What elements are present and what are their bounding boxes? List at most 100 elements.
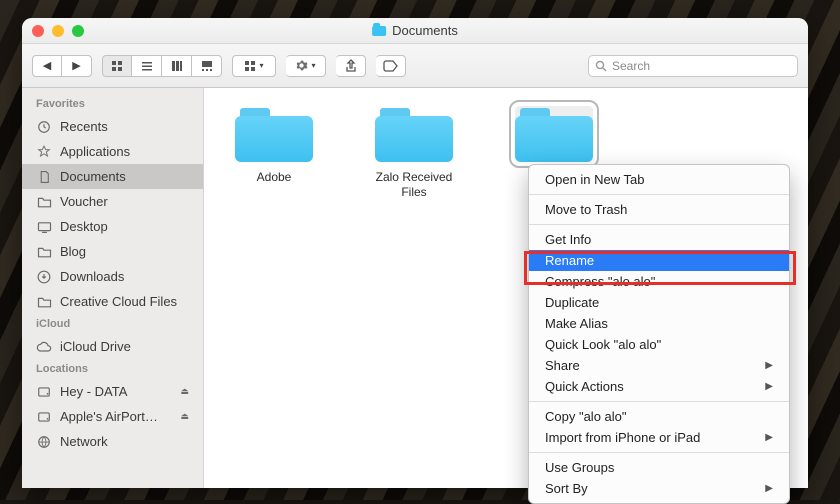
folder-icon — [372, 26, 386, 36]
menu-item-use-groups[interactable]: Use Groups — [529, 457, 789, 478]
forward-button[interactable]: ▶ — [62, 55, 92, 77]
menu-item-duplicate[interactable]: Duplicate — [529, 292, 789, 313]
zoom-icon[interactable] — [72, 25, 84, 37]
desktop-background: Documents ◀ ▶ — [0, 0, 840, 500]
list-view-button[interactable] — [132, 55, 162, 77]
disk-icon — [36, 385, 52, 399]
menu-item-label: Compress "alo alo" — [545, 274, 655, 289]
sidebar-item-label: Apple's AirPort… — [60, 409, 158, 424]
doc-icon — [36, 170, 52, 184]
eject-icon[interactable]: ⏏ — [180, 411, 189, 422]
sidebar-item-label: Desktop — [60, 219, 108, 234]
menu-item-label: Move to Trash — [545, 202, 627, 217]
sidebar: Favorites Recents Applications Documents Vou… — [22, 88, 204, 488]
list-icon — [141, 60, 153, 72]
columns-icon — [171, 60, 183, 72]
window-controls — [32, 25, 84, 37]
gallery-icon — [201, 60, 213, 72]
menu-item-label: Import from iPhone or iPad — [545, 430, 700, 445]
group-by-button[interactable]: ▾ — [232, 55, 276, 77]
eject-icon[interactable]: ⏏ — [180, 386, 189, 397]
search-field[interactable]: Search — [588, 55, 798, 77]
folder-item[interactable]: Zalo Received Files — [364, 106, 464, 200]
menu-item-label: Get Info — [545, 232, 591, 247]
menu-item-label: Quick Look "alo alo" — [545, 337, 661, 352]
sidebar-item-desktop[interactable]: Desktop — [22, 214, 203, 239]
menu-item-move-to-trash[interactable]: Move to Trash — [529, 199, 789, 220]
window-title-text: Documents — [392, 23, 458, 38]
toolbar: ◀ ▶ ▾ — [22, 44, 808, 88]
menu-item-label: Quick Actions — [545, 379, 624, 394]
gallery-view-button[interactable] — [192, 55, 222, 77]
menu-item-make-alias[interactable]: Make Alias — [529, 313, 789, 334]
sidebar-item-blog[interactable]: Blog — [22, 239, 203, 264]
sidebar-item-label: iCloud Drive — [60, 339, 131, 354]
folder-icon — [235, 106, 313, 162]
sidebar-section-label: Favorites — [22, 94, 203, 114]
menu-item-rename[interactable]: Rename — [529, 250, 789, 271]
submenu-arrow-icon: ▶ — [765, 360, 773, 371]
desktop-icon — [36, 221, 52, 233]
sidebar-item-icloud-drive[interactable]: iCloud Drive — [22, 334, 203, 359]
submenu-arrow-icon: ▶ — [765, 483, 773, 494]
tag-icon — [383, 60, 399, 72]
menu-item-copy-alo-alo[interactable]: Copy "alo alo" — [529, 406, 789, 427]
icon-view-button[interactable] — [102, 55, 132, 77]
menu-item-quick-actions[interactable]: Quick Actions ▶ — [529, 376, 789, 397]
column-view-button[interactable] — [162, 55, 192, 77]
sidebar-item-label: Recents — [60, 119, 108, 134]
folder-icon — [36, 196, 52, 208]
menu-item-label: Make Alias — [545, 316, 608, 331]
sidebar-item-documents[interactable]: Documents — [22, 164, 203, 189]
sidebar-item-label: Applications — [60, 144, 130, 159]
sidebar-item-network[interactable]: Network — [22, 429, 203, 454]
minimize-icon[interactable] — [52, 25, 64, 37]
menu-item-sort-by[interactable]: Sort By▶ — [529, 478, 789, 499]
sidebar-item-apple-s-airport-[interactable]: Apple's AirPort… ⏏ — [22, 404, 203, 429]
menu-item-quick-look-alo-alo[interactable]: Quick Look "alo alo" — [529, 334, 789, 355]
folder-icon — [36, 296, 52, 308]
menu-item-label: Rename — [545, 253, 594, 268]
sidebar-item-label: Downloads — [60, 269, 124, 284]
menu-item-import-from-iphone-or-ipad[interactable]: Import from iPhone or iPad ▶ — [529, 427, 789, 448]
menu-item-compress-alo-alo[interactable]: Compress "alo alo" — [529, 271, 789, 292]
menu-item-label: Open in New Tab — [545, 172, 645, 187]
apps-icon — [36, 145, 52, 159]
submenu-arrow-icon: ▶ — [765, 432, 773, 443]
sidebar-item-creative-cloud-files[interactable]: Creative Cloud Files — [22, 289, 203, 314]
sidebar-item-label: Documents — [60, 169, 126, 184]
sidebar-item-label: Voucher — [60, 194, 108, 209]
sidebar-item-downloads[interactable]: Downloads — [22, 264, 203, 289]
folder-icon — [515, 106, 593, 162]
menu-item-get-info[interactable]: Get Info — [529, 229, 789, 250]
sidebar-item-applications[interactable]: Applications — [22, 139, 203, 164]
action-button[interactable]: ▾ — [286, 55, 326, 77]
tags-button[interactable] — [376, 55, 406, 77]
folder-icon — [375, 106, 453, 162]
sidebar-item-hey-data[interactable]: Hey - DATA ⏏ — [22, 379, 203, 404]
search-placeholder: Search — [612, 59, 650, 73]
sidebar-item-voucher[interactable]: Voucher — [22, 189, 203, 214]
sidebar-item-label: Hey - DATA — [60, 384, 127, 399]
folder-item[interactable]: Adobe — [224, 106, 324, 185]
back-button[interactable]: ◀ — [32, 55, 62, 77]
nav-buttons: ◀ ▶ — [32, 55, 92, 77]
window-title: Documents — [372, 23, 458, 38]
menu-item-share[interactable]: Share ▶ — [529, 355, 789, 376]
download-icon — [36, 270, 52, 284]
menu-item-label: Use Groups — [545, 460, 614, 475]
clock-icon — [36, 120, 52, 134]
sidebar-item-recents[interactable]: Recents — [22, 114, 203, 139]
grid-icon — [244, 60, 256, 72]
menu-item-label: Share — [545, 358, 580, 373]
close-icon[interactable] — [32, 25, 44, 37]
sidebar-item-label: Network — [60, 434, 108, 449]
sidebar-section-label: iCloud — [22, 314, 203, 334]
share-button[interactable] — [336, 55, 366, 77]
disk-icon — [36, 410, 52, 424]
sidebar-item-label: Creative Cloud Files — [60, 294, 177, 309]
titlebar[interactable]: Documents — [22, 18, 808, 44]
folder-label: Adobe — [224, 170, 324, 185]
menu-item-open-in-new-tab[interactable]: Open in New Tab — [529, 169, 789, 190]
submenu-arrow-icon: ▶ — [765, 381, 773, 392]
